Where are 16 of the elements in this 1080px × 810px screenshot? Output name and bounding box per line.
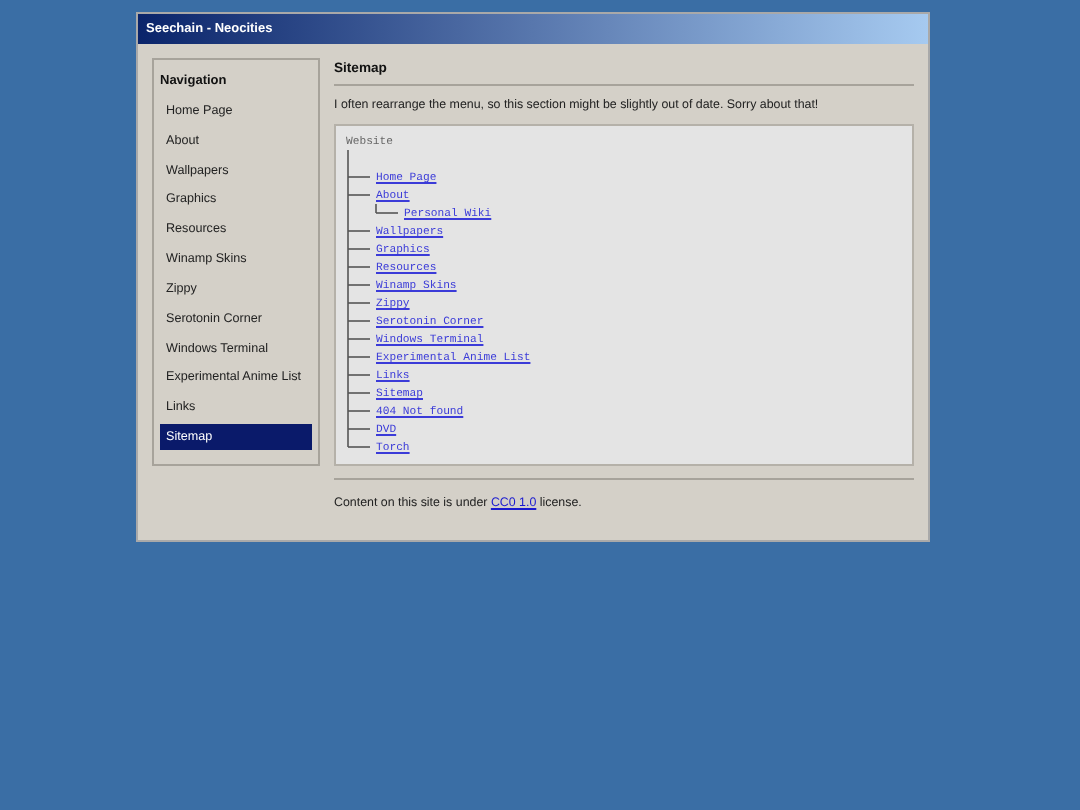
tree-branch-icon [346, 186, 372, 204]
tree-branch-icon [346, 258, 372, 276]
tree-branch-icon [346, 384, 372, 402]
tree-line-icon [346, 150, 350, 168]
tree-branch-icon [346, 276, 372, 294]
tree-branch-icon [346, 294, 372, 312]
tree-branch-icon [346, 312, 372, 330]
tree-branch-icon [346, 222, 372, 240]
tree-branch-icon [346, 348, 372, 366]
tree-line-icon [346, 204, 350, 222]
tree-branch-icon [346, 402, 372, 420]
tree-branch-icon [346, 168, 372, 186]
tree-branch-icon [346, 330, 372, 348]
tree-branch-icon [346, 420, 372, 438]
tree-branch-icon [346, 240, 372, 258]
tree-branch-icon [346, 366, 372, 384]
